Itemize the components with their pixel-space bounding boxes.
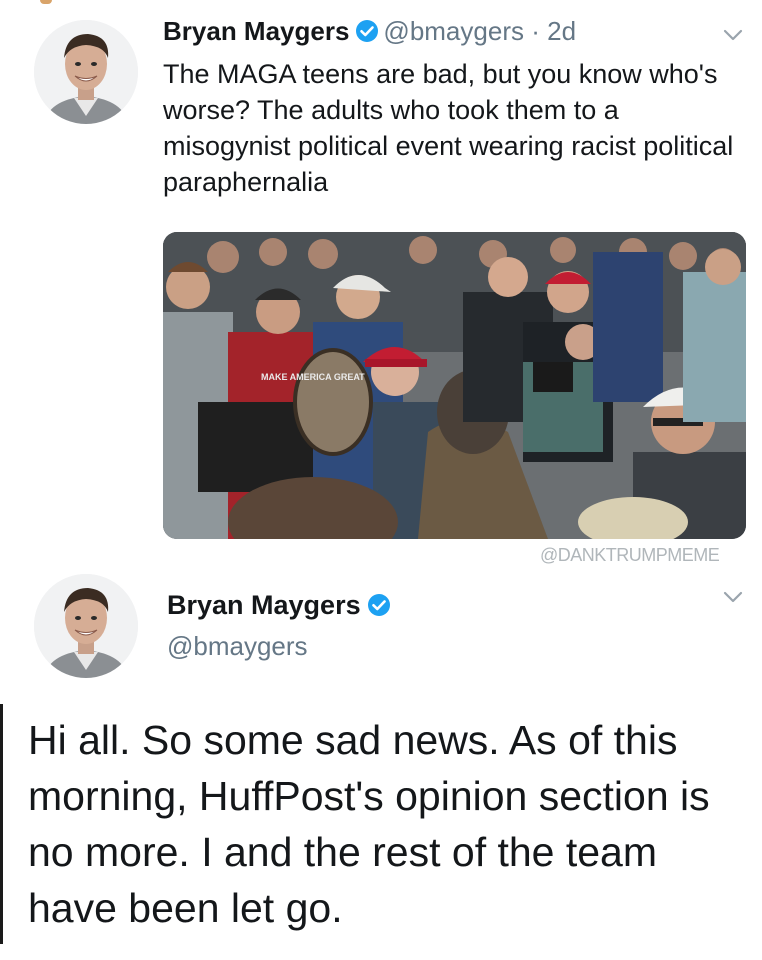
author-name-row: Bryan Maygers — [167, 588, 395, 625]
tweet-text: The MAGA teens are bad, but you know who… — [163, 59, 734, 197]
verified-badge-icon — [367, 591, 391, 625]
tweet-text: Hi all. So some sad news. As of this mor… — [28, 717, 710, 931]
avatar[interactable] — [34, 20, 138, 124]
watermark: @DANKTRUMPMEME — [540, 545, 720, 565]
timestamp[interactable]: 2d — [547, 16, 576, 46]
chevron-down-icon[interactable] — [722, 28, 744, 42]
avatar[interactable] — [34, 574, 138, 678]
cap-slogan: MAKE AMERICA GREAT — [261, 372, 365, 382]
tweet-header: Bryan Maygers @bmaygers · 2d — [163, 15, 576, 50]
chevron-down-icon[interactable] — [722, 590, 744, 604]
top-edge-fragment — [40, 0, 52, 4]
author-name[interactable]: Bryan Maygers — [163, 16, 349, 46]
tweet-media-photo[interactable]: MAKE AMERICA GREAT — [163, 232, 746, 539]
author-handle[interactable]: @bmaygers — [167, 629, 308, 663]
author-name[interactable]: Bryan Maygers — [167, 590, 361, 620]
separator: · — [531, 16, 540, 46]
verified-badge-icon — [355, 18, 379, 50]
left-edge-bar — [0, 704, 3, 944]
author-handle[interactable]: @bmaygers — [383, 16, 524, 46]
